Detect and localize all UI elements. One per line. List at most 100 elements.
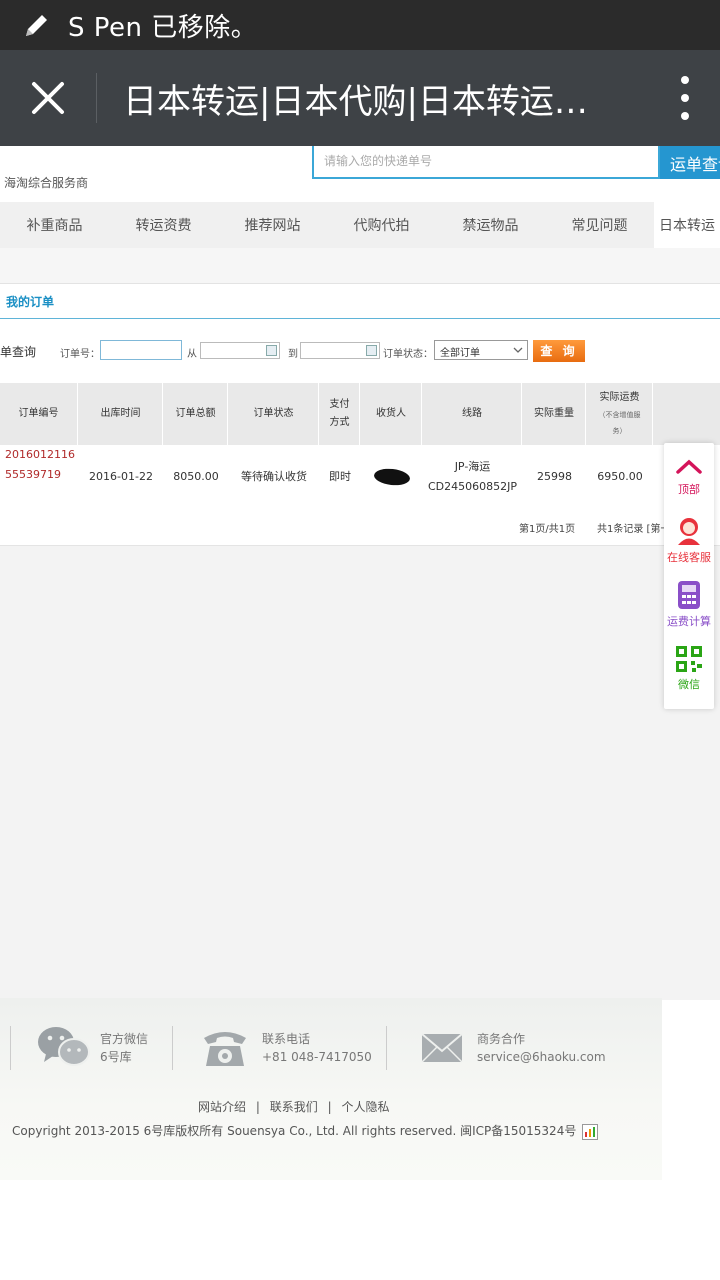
footer-business: 商务合作 service@6haoku.com [477, 1030, 606, 1066]
query-button[interactable]: 查 询 [533, 340, 585, 362]
col-total: 订单总额 [164, 383, 228, 445]
redaction-mark [372, 467, 411, 487]
calendar-icon[interactable] [266, 345, 277, 356]
footer-link-separator: | [255, 1100, 260, 1114]
col-payment-line2: 方式 [329, 417, 350, 428]
telephone-icon [204, 1032, 246, 1066]
table-header: 订单编号 出库时间 订单总额 订单状态 支付 方式 收货人 线路 实际重量 实际… [0, 383, 720, 445]
tracking-search-button[interactable]: 运单查询 [660, 146, 720, 179]
footer-link-contact[interactable]: 联系我们 [270, 1100, 318, 1114]
chevron-up-icon [676, 459, 702, 474]
calendar-icon[interactable] [366, 345, 377, 356]
nav-item-sites[interactable]: 推荐网站 [218, 202, 327, 248]
back-to-top-button[interactable]: 顶部 [664, 445, 714, 507]
mail-icon [421, 1033, 463, 1063]
footer-business-label: 商务合作 [477, 1032, 526, 1046]
status-select[interactable]: 全部订单 [434, 340, 528, 360]
order-no-label: 订单号： [60, 349, 100, 360]
nav-item-rates[interactable]: 转运资费 [109, 202, 218, 248]
footer-wechat: 官方微信 6号库 [100, 1030, 148, 1066]
nav-item-reweigh[interactable]: 补重商品 [0, 202, 109, 248]
footer-divider [386, 1026, 387, 1070]
col-payment: 支付 方式 [320, 383, 360, 445]
col-fee-note-1: （不含增值服 [598, 411, 641, 419]
order-number-part2: 55539719 [5, 468, 61, 481]
status-label: 订单状态： [383, 349, 433, 360]
copyright: Copyright 2013-2015 6号库版权所有 Souensya Co.… [12, 1122, 599, 1140]
site-tagline: 海淘综合服务商 [4, 176, 89, 190]
page-title[interactable]: 日本转运|日本代购|日本转运公... [97, 74, 597, 123]
col-fee-label: 实际运费 [599, 392, 640, 403]
nav-item-faq[interactable]: 常见问题 [545, 202, 654, 248]
filter-section-label: 单查询 [0, 345, 37, 359]
cell-status: 等待确认收货 [241, 470, 307, 483]
pager-record-info[interactable]: 共1条记录 [第一 [597, 520, 670, 535]
order-number-part1: 2016012116 [5, 448, 75, 461]
col-weight: 实际重量 [523, 383, 586, 445]
order-no-input[interactable] [100, 340, 182, 360]
from-label: 从 [187, 349, 197, 360]
cell-route: JP-海运 CD245060852JP [423, 445, 522, 509]
cell-route-line: JP-海运 [454, 460, 491, 473]
order-number-link[interactable]: 2016012116 55539719 [0, 445, 78, 509]
qr-code-icon [676, 645, 702, 672]
footer-links: 网站介绍 | 联系我们 | 个人隐私 [198, 1098, 389, 1115]
back-to-top-label: 顶部 [678, 482, 700, 496]
nav-item-prohibited[interactable]: 禁运物品 [436, 202, 545, 248]
col-fee-note-2: 务） [612, 427, 627, 435]
stats-badge-icon[interactable] [582, 1123, 599, 1140]
footer-link-privacy[interactable]: 个人隐私 [341, 1100, 389, 1114]
nav-item-purchase[interactable]: 代购代拍 [327, 202, 436, 248]
cell-receiver [361, 445, 422, 509]
wechat-icon [38, 1027, 90, 1066]
col-order-no: 订单编号 [0, 383, 78, 445]
pen-icon [20, 8, 54, 42]
online-service-button[interactable]: 在线客服 [664, 509, 714, 571]
from-date-input[interactable] [200, 342, 280, 359]
status-select-value: 全部订单 [440, 348, 480, 359]
fee-calculator-button[interactable]: 运费计算 [664, 573, 714, 635]
cell-payment: 即时 [329, 470, 351, 483]
status-message: S Pen 已移除。 [68, 12, 258, 43]
cell-route-tracking: CD245060852JP [427, 480, 517, 493]
footer-wechat-value: 6号库 [100, 1050, 132, 1064]
footer-wechat-label: 官方微信 [100, 1032, 149, 1046]
nav-item-japan-forwarding[interactable]: 日本转运 [654, 202, 720, 248]
chevron-down-icon [513, 347, 523, 353]
footer-divider [172, 1026, 173, 1070]
web-page: 海淘综合服务商 请输入您的快递单号 运单查询 补重商品 转运资费 推荐网站 代购… [0, 146, 720, 1280]
footer-link-about[interactable]: 网站介绍 [198, 1100, 246, 1114]
spacer-strip [0, 248, 720, 284]
col-payment-line1: 支付 [329, 399, 350, 410]
order-filter: 单查询 订单号： 从 到 订单状态： 全部订单 查 询 [0, 340, 720, 364]
wechat-button[interactable]: 微信 [664, 637, 714, 699]
footer-phone-value: +81 048-7417050 [262, 1050, 372, 1064]
footer-link-separator: | [327, 1100, 332, 1114]
footer-divider [10, 1026, 11, 1070]
online-service-label: 在线客服 [667, 550, 711, 564]
floating-toolbar: 顶部 在线客服 运费计算 微信 [664, 443, 714, 709]
main-nav: 补重商品 转运资费 推荐网站 代购代拍 禁运物品 常见问题 日本转运 [0, 202, 720, 248]
col-route: 线路 [423, 383, 522, 445]
cell-weight: 25998 [537, 470, 572, 483]
footer-phone-label: 联系电话 [262, 1032, 311, 1046]
pager-page-info: 第1页/共1页 [519, 524, 576, 535]
status-bar: S Pen 已移除。 [0, 0, 720, 50]
orders-title: 我的订单 [6, 295, 55, 309]
more-menu-icon[interactable] [650, 50, 720, 146]
to-date-input[interactable] [300, 342, 380, 359]
tracking-search-input[interactable]: 请输入您的快递单号 [312, 146, 660, 179]
copyright-text: Copyright 2013-2015 6号库版权所有 Souensya Co.… [12, 1124, 577, 1138]
fee-calculator-label: 运费计算 [667, 614, 711, 628]
footer-business-value[interactable]: service@6haoku.com [477, 1048, 606, 1066]
close-icon[interactable] [0, 50, 96, 146]
col-fee: 实际运费 （不含增值服 务） [587, 383, 653, 445]
browser-toolbar: 日本转运|日本代购|日本转运公... [0, 50, 720, 146]
table-row[interactable]: 2016012116 55539719 2016-01-22 8050.00 等… [0, 445, 720, 509]
footer-phone: 联系电话 +81 048-7417050 [262, 1030, 372, 1066]
content-background [0, 546, 720, 1000]
calculator-icon [678, 580, 700, 609]
wechat-label: 微信 [678, 677, 700, 691]
cell-ship-time: 2016-01-22 [89, 470, 153, 483]
col-status: 订单状态 [229, 383, 319, 445]
